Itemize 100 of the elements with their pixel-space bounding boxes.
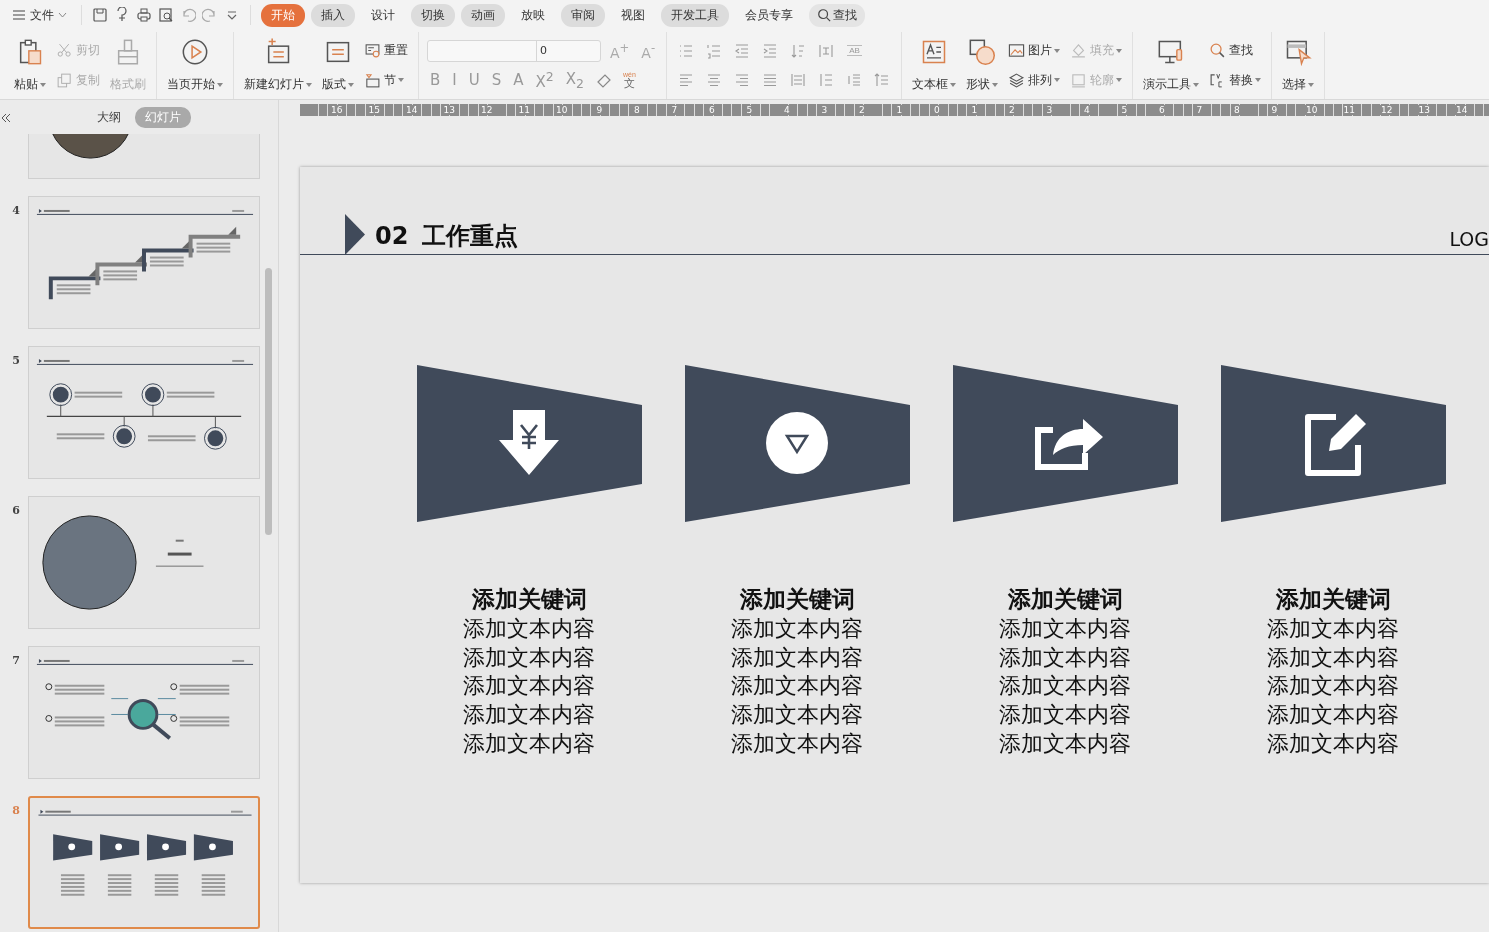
slide-number: 6 [11, 503, 21, 517]
eraser-icon[interactable] [596, 72, 612, 89]
chevron-down-icon [58, 12, 67, 18]
body-text: 添加文本内容 [999, 729, 1131, 758]
slide-number: 8 [11, 803, 21, 817]
ribbon-tab[interactable]: 切换 [411, 3, 455, 27]
numbered-list-icon[interactable] [706, 42, 723, 59]
align-box-icon[interactable] [818, 42, 835, 59]
body-text: 添加文本内容 [463, 701, 595, 730]
search-icon [1209, 42, 1227, 60]
reset-icon [364, 42, 381, 60]
body-text: 添加文本内容 [999, 672, 1131, 701]
ribbon-tab[interactable]: 审阅 [561, 3, 605, 27]
fill-icon [1070, 42, 1088, 60]
ribbon-button[interactable]: 新建幻灯片 [242, 32, 314, 99]
slide-number: 4 [11, 203, 21, 217]
ribbon-button[interactable]: 重置 [362, 41, 410, 61]
keyword-heading: 添加关键词 [1007, 585, 1123, 614]
ribbon-tab[interactable]: 插入 [311, 3, 355, 27]
collapse-icon[interactable] [0, 112, 12, 124]
save-icon[interactable] [92, 7, 108, 23]
logo-text: LOG [1449, 227, 1489, 252]
scrollbar-thumb[interactable] [265, 268, 272, 535]
undo-icon[interactable] [180, 7, 196, 23]
slide-number: 7 [11, 653, 21, 667]
copy-icon [56, 71, 73, 89]
ribbon-button[interactable]: 演示工具 [1141, 32, 1202, 99]
share-icon [952, 365, 1178, 522]
slide-thumbnail[interactable] [28, 646, 260, 779]
keyword-heading: 添加关键词 [471, 585, 587, 614]
download-yen-icon [416, 365, 642, 522]
circle-triangle-icon [684, 365, 910, 522]
ribbon-button[interactable]: 排列 [1006, 70, 1063, 90]
body-text: 添加文本内容 [1267, 701, 1399, 730]
search-icon [817, 8, 831, 22]
ribbon-button[interactable]: 版式 [320, 32, 356, 99]
menu-icon [12, 9, 26, 21]
bullet-list-icon[interactable] [678, 42, 695, 59]
slide-title: 工作重点 [422, 221, 520, 252]
play-icon [181, 38, 209, 66]
keyword-heading: 添加关键词 [1275, 585, 1391, 614]
section-icon [364, 71, 381, 89]
justify-icon[interactable] [762, 72, 779, 89]
ribbon-button[interactable]: 节 [362, 70, 410, 90]
ribbon-button[interactable]: 当页开始 [165, 32, 225, 99]
spacing-options-icon[interactable] [874, 72, 891, 89]
print-icon[interactable] [136, 7, 152, 23]
ribbon-button[interactable]: 形状 [964, 32, 1001, 99]
paragraph-spacing-icon[interactable] [846, 72, 863, 89]
ribbon-button[interactable]: 替换 [1207, 70, 1264, 90]
slide-thumbnail[interactable] [28, 196, 260, 329]
ribbon-button[interactable]: 文本框 [910, 32, 959, 99]
body-text: 添加文本内容 [463, 615, 595, 643]
body-text: 添加文本内容 [463, 643, 595, 672]
outline-icon [1070, 71, 1088, 89]
body-text: 添加文本内容 [1267, 672, 1399, 701]
align-right-icon[interactable] [734, 72, 751, 89]
body-text: 添加文本内容 [999, 643, 1131, 672]
ribbon-tab[interactable]: 放映 [511, 3, 555, 27]
ribbon-tab[interactable]: 视图 [611, 3, 655, 27]
slide-number: 5 [11, 353, 21, 367]
keyword-heading: 添加关键词 [739, 585, 855, 614]
layers-icon [1008, 71, 1026, 89]
ruler: 16 15 14 13 12 11 10 9 8 7 6 5 4 3 2 1 0 1 2 3 4 5 6 7 8 9 10 11 12 13 14 [300, 104, 1489, 116]
ribbon-tab[interactable]: 动画 [461, 3, 505, 27]
body-text: 添加文本内容 [1267, 729, 1399, 758]
ribbon-button[interactable]: 粘贴 [12, 32, 48, 99]
panel-tab[interactable]: 大纲 [87, 106, 131, 128]
slide-thumbnail[interactable] [28, 496, 260, 629]
align-left-icon[interactable] [678, 72, 695, 89]
ribbon-button[interactable]: 查找 [1207, 41, 1264, 61]
ribbon-tab[interactable]: 开发工具 [661, 3, 729, 27]
ribbon-tab[interactable]: 会员专享 [735, 3, 803, 27]
cut-icon [56, 42, 73, 60]
body-text: 添加文本内容 [731, 729, 863, 758]
select-icon [1284, 38, 1313, 66]
picture-icon [1008, 42, 1026, 60]
redo-icon[interactable] [202, 7, 218, 23]
body-text: 添加文本内容 [1267, 615, 1399, 643]
sort-arrow-icon[interactable] [790, 42, 807, 59]
indent-increase-icon[interactable] [762, 42, 779, 59]
ribbon-button[interactable]: 图片 [1006, 41, 1063, 61]
slide-thumbnail[interactable] [28, 346, 260, 479]
body-text: 添加文本内容 [463, 729, 595, 758]
line-spacing-icon[interactable] [818, 72, 835, 89]
shapes-icon [968, 38, 997, 66]
section-number: 02 [375, 221, 409, 252]
indent-decrease-icon[interactable] [734, 42, 751, 59]
search-button[interactable]: 查找 [809, 3, 865, 27]
print-preview-icon[interactable] [158, 7, 174, 23]
align-center-icon[interactable] [706, 72, 723, 89]
body-text: 添加文本内容 [999, 701, 1131, 730]
body-text: 添加文本内容 [731, 643, 863, 672]
font-size-field[interactable]: 0 [427, 39, 601, 62]
body-text: 添加文本内容 [1267, 643, 1399, 672]
ribbon-button[interactable]: 选择 [1280, 32, 1317, 99]
distribute-icon[interactable] [790, 72, 807, 89]
slide-thumbnail[interactable] [27, 796, 260, 929]
file-menu[interactable]: 文件 [8, 4, 71, 26]
ribbon-tab[interactable]: 设计 [361, 3, 405, 27]
